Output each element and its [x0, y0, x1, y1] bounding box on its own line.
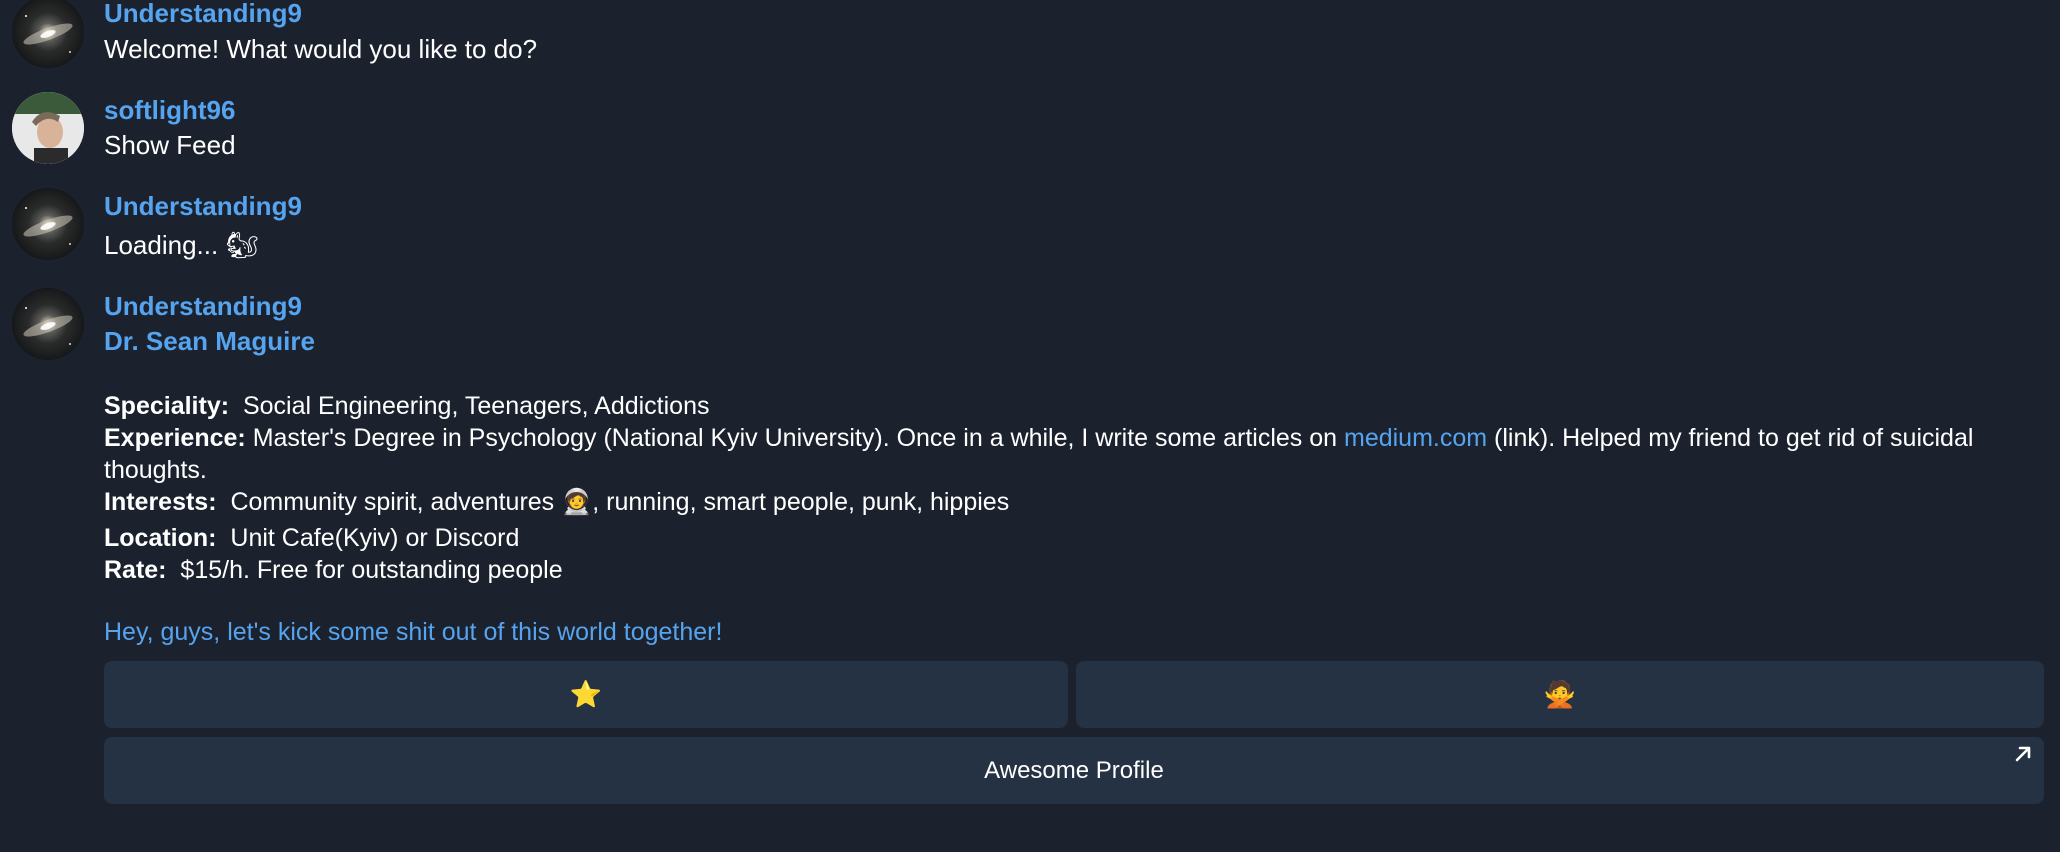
message-author[interactable]: softlight96 — [104, 95, 235, 126]
message-text: Show Feed — [104, 130, 236, 160]
interests-value-end: , running, smart people, punk, hippies — [592, 488, 1010, 516]
location-row: Location: Unit Cafe(Kyiv) or Discord — [104, 522, 2054, 554]
astronaut-icon: 🧑‍🚀 — [561, 487, 593, 516]
message-author[interactable]: Understanding9 — [104, 291, 302, 322]
profile-details: Speciality: Social Engineering, Teenager… — [104, 390, 2054, 586]
interests-value: Community spirit, adventures — [230, 488, 555, 516]
squirrel-icon: 🐿 — [225, 231, 259, 261]
message-author[interactable]: Understanding9 — [104, 191, 302, 222]
interests-row: Interests: Community spirit, adventures … — [104, 486, 2054, 518]
galaxy-avatar[interactable] — [12, 0, 84, 68]
interests-label: Interests: — [104, 488, 217, 516]
speciality-row: Speciality: Social Engineering, Teenager… — [104, 390, 2054, 422]
rate-row: Rate: $15/h. Free for outstanding people — [104, 554, 2054, 586]
galaxy-avatar[interactable] — [12, 288, 84, 360]
no-gesture-icon: 🙅 — [1543, 679, 1577, 710]
star-icon: ⭐ — [569, 679, 603, 710]
star-button[interactable]: ⭐ — [104, 661, 1068, 728]
call-to-action-text: Hey, guys, let's kick some shit out of t… — [104, 618, 723, 646]
speciality-label: Speciality: — [104, 392, 230, 420]
rate-value: $15/h. Free for outstanding people — [180, 556, 563, 584]
loading-text: Loading... — [104, 230, 219, 260]
experience-row: Experience: Master's Degree in Psycholog… — [104, 422, 2054, 486]
experience-label: Experience: — [104, 424, 246, 452]
galaxy-avatar[interactable] — [12, 188, 84, 260]
user-avatar[interactable] — [12, 92, 84, 164]
awesome-profile-label: Awesome Profile — [984, 756, 1164, 784]
speciality-value: Social Engineering, Teenagers, Addiction… — [242, 392, 710, 420]
profile-name: Dr. Sean Maguire — [104, 326, 315, 356]
location-value: Unit Cafe(Kyiv) or Discord — [230, 524, 520, 552]
message-author[interactable]: Understanding9 — [104, 0, 302, 29]
location-label: Location: — [104, 524, 217, 552]
reject-button[interactable]: 🙅 — [1076, 661, 2044, 728]
awesome-profile-button[interactable]: Awesome Profile — [104, 737, 2044, 804]
arrow-up-right-icon — [2015, 746, 2031, 762]
message-text: Welcome! What would you like to do? — [104, 34, 538, 64]
rate-label: Rate: — [104, 556, 167, 584]
message-text: Loading... 🐿 — [104, 230, 258, 261]
experience-value: Master's Degree in Psychology (National … — [252, 424, 1338, 452]
medium-link[interactable]: medium.com — [1344, 424, 1487, 452]
